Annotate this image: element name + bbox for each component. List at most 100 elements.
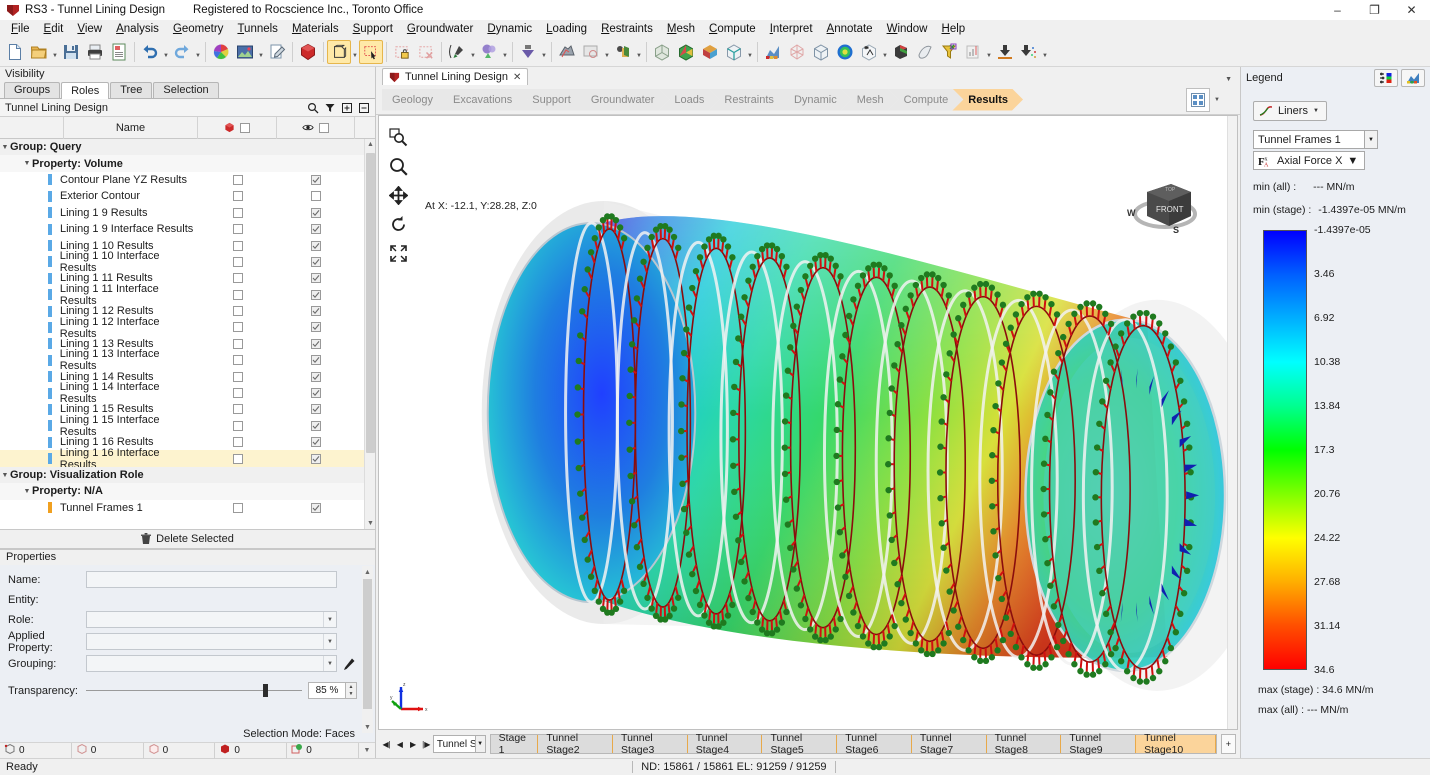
applied-property-chevron-down-icon[interactable]: ▼ [323, 634, 336, 649]
edit-pencil-icon[interactable] [341, 657, 357, 671]
stage-tab-10[interactable]: Tunnel Stage10 [1136, 735, 1216, 753]
tree-item-row[interactable]: Lining 1 15 Interface Results [0, 418, 375, 434]
install-dropdown-arrow[interactable]: ▼ [1041, 40, 1049, 64]
query-dropdown-arrow[interactable]: ▼ [881, 40, 889, 64]
stage-tab-8[interactable]: Tunnel Stage8 [987, 735, 1062, 753]
menu-item-help[interactable]: Help [935, 22, 973, 36]
visibility-tab-selection[interactable]: Selection [153, 82, 218, 98]
redo-icon[interactable] [170, 40, 194, 64]
wireframe-icon[interactable] [809, 40, 833, 64]
visibility-tab-roles[interactable]: Roles [61, 82, 109, 99]
solid-checkbox[interactable] [233, 339, 243, 349]
visibility-checkbox-cell[interactable] [277, 322, 355, 332]
view-front-icon[interactable] [674, 40, 698, 64]
tree-subgroup-row[interactable]: ▼Property: N/A [0, 483, 375, 499]
tree-group-row[interactable]: ▼Group: Query [0, 139, 375, 155]
menu-item-support[interactable]: Support [346, 22, 400, 36]
legend-type-selector[interactable]: Liners ▼ [1253, 101, 1327, 121]
solid-checkbox-cell[interactable] [198, 503, 277, 513]
delete-selected-button[interactable]: Delete Selected [0, 530, 375, 549]
install-particles-icon[interactable] [1017, 40, 1041, 64]
visibility-checkbox[interactable] [311, 241, 321, 251]
image-icon[interactable] [233, 40, 257, 64]
column-header-solid[interactable] [198, 117, 277, 139]
tree-item-row[interactable]: Lining 1 12 Interface Results [0, 319, 375, 335]
solid-checkbox[interactable] [233, 372, 243, 382]
image-dropdown-arrow[interactable]: ▼ [257, 40, 265, 64]
print-preview-icon[interactable] [107, 40, 131, 64]
tree-item-row[interactable]: Exterior Contour [0, 188, 375, 204]
view-axes-icon[interactable] [722, 40, 746, 64]
tree-item-row[interactable]: Lining 1 13 Interface Results [0, 352, 375, 368]
visibility-checkbox-cell[interactable] [277, 503, 355, 513]
visibility-checkbox[interactable] [311, 355, 321, 365]
menu-item-interpret[interactable]: Interpret [763, 22, 820, 36]
grouping-combo[interactable]: ▼ [86, 655, 337, 672]
visibility-checkbox[interactable] [311, 175, 321, 185]
menu-item-window[interactable]: Window [880, 22, 935, 36]
name-field[interactable] [86, 571, 337, 588]
visibility-checkbox-cell[interactable] [277, 290, 355, 300]
stage-tab-7[interactable]: Tunnel Stage7 [912, 735, 987, 753]
workflow-step-geology[interactable]: Geology [382, 89, 448, 111]
visibility-checkbox[interactable] [311, 257, 321, 267]
slider-knob[interactable] [263, 684, 268, 697]
transparency-spinner[interactable]: ▲▼ [346, 682, 357, 699]
visibility-checkbox-cell[interactable] [277, 191, 355, 201]
solid-checkbox[interactable] [233, 290, 243, 300]
solid-checkbox[interactable] [233, 257, 243, 267]
properties-scroll-thumb[interactable] [363, 579, 372, 709]
solid-checkbox-cell[interactable] [199, 257, 278, 267]
view-cube[interactable]: FRONT TOP W S [1125, 176, 1205, 236]
extrude-icon[interactable] [516, 40, 540, 64]
view-dropdown-arrow[interactable]: ▼ [746, 40, 754, 64]
print-icon[interactable] [83, 40, 107, 64]
workflow-step-groundwater[interactable]: Groundwater [575, 89, 670, 111]
mesh-quality-icon[interactable] [785, 40, 809, 64]
visibility-checkbox[interactable] [311, 322, 321, 332]
surface-icon[interactable] [913, 40, 937, 64]
tree-item-row[interactable]: Contour Plane YZ Results [0, 172, 375, 188]
solid-checkbox-cell[interactable] [199, 388, 278, 398]
next-stage-button[interactable]: ▶ [406, 735, 419, 753]
chevron-down-icon[interactable]: ▼ [22, 160, 32, 167]
tree-scroll-up-arrow[interactable]: ▲ [365, 139, 375, 150]
tree-item-row[interactable]: Tunnel Frames 1 [0, 500, 375, 516]
legend-entity-value[interactable]: Tunnel Frames 1 [1253, 130, 1365, 149]
visibility-checkbox[interactable] [311, 273, 321, 283]
workflow-step-restraints[interactable]: Restraints [708, 89, 789, 111]
chart-dropdown-arrow[interactable]: ▼ [985, 40, 993, 64]
solid-checkbox[interactable] [233, 241, 243, 251]
solid-checkbox[interactable] [233, 224, 243, 234]
viewport-scrollbar[interactable] [1227, 116, 1237, 729]
contour-options-icon[interactable] [1401, 69, 1425, 87]
tree-group-row[interactable]: ▼Group: Visualization Role [0, 467, 375, 483]
stage-tab-5[interactable]: Tunnel Stage5 [762, 735, 837, 753]
solid-checkbox[interactable] [233, 306, 243, 316]
visibility-checkbox-cell[interactable] [277, 208, 355, 218]
redo-dropdown-arrow[interactable]: ▼ [194, 40, 202, 64]
solid-checkbox-cell[interactable] [198, 372, 277, 382]
visibility-checkbox[interactable] [311, 306, 321, 316]
solid-checkbox-cell[interactable] [198, 339, 277, 349]
transparency-slider[interactable] [86, 684, 302, 698]
install-tool-icon[interactable] [993, 40, 1017, 64]
menu-item-tunnels[interactable]: Tunnels [230, 22, 285, 36]
tree-item-row[interactable]: Lining 1 11 Interface Results [0, 287, 375, 303]
solid-checkbox-cell[interactable] [198, 241, 277, 251]
minimize-button[interactable]: – [1319, 0, 1356, 20]
visibility-column-checkbox[interactable] [319, 123, 329, 133]
visibility-checkbox[interactable] [311, 208, 321, 218]
legend-entity-chevron-down-icon[interactable]: ▼ [1365, 130, 1378, 149]
solid-checkbox[interactable] [233, 437, 243, 447]
color-wheel-icon[interactable] [209, 40, 233, 64]
solid-checkbox[interactable] [233, 355, 243, 365]
visibility-tree[interactable]: ▼Group: Query▼Property: VolumeContour Pl… [0, 139, 375, 530]
lock-selection-icon[interactable] [390, 40, 414, 64]
menu-item-file[interactable]: File [4, 22, 37, 36]
visibility-checkbox[interactable] [311, 290, 321, 300]
solid-checkbox-cell[interactable] [198, 273, 277, 283]
applied-property-combo[interactable]: ▼ [86, 633, 337, 650]
clear-selection-icon[interactable] [414, 40, 438, 64]
solid-checkbox[interactable] [233, 208, 243, 218]
